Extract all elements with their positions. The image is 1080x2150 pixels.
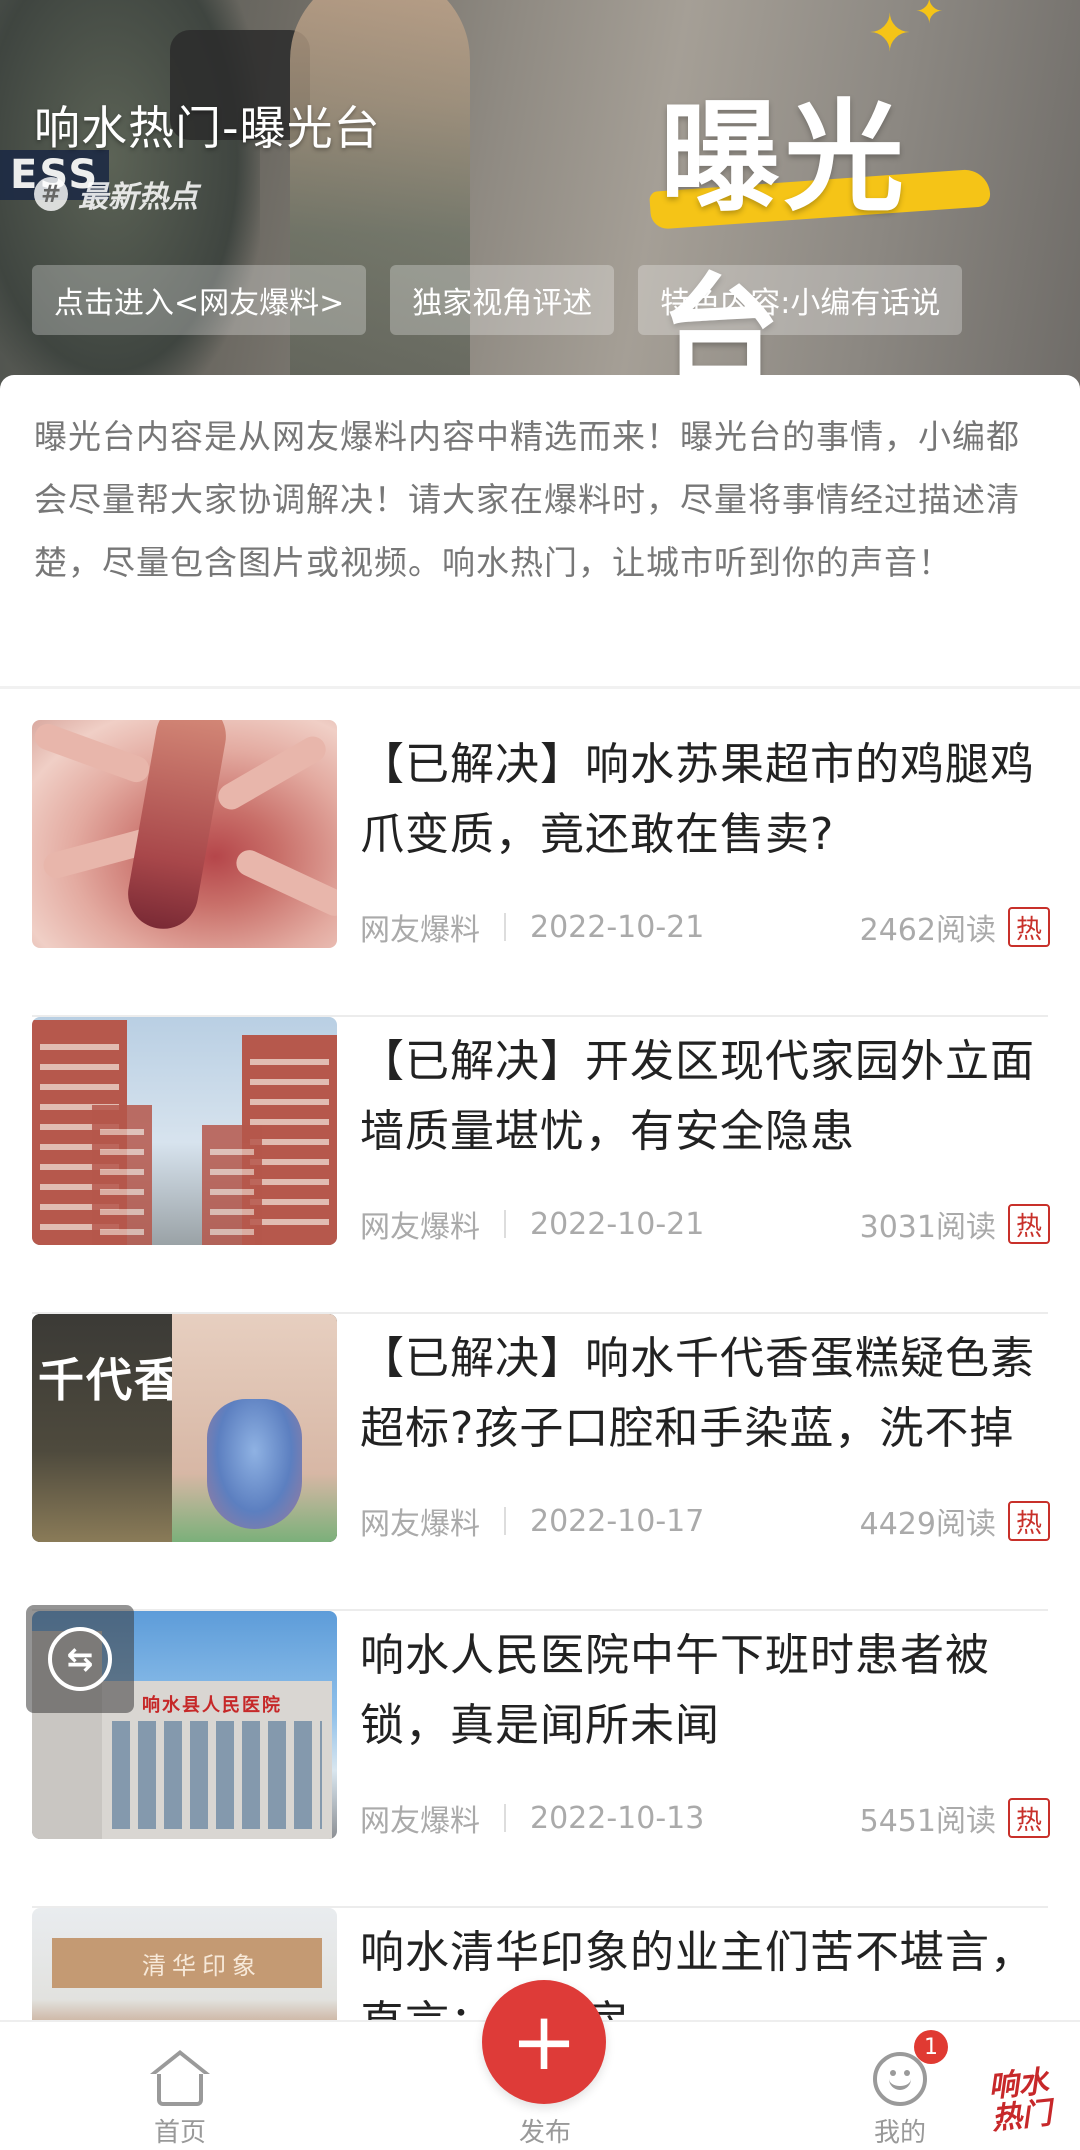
- tab-mine-label: 我的: [873, 2118, 926, 2148]
- tab-mine[interactable]: 我的: [830, 2052, 970, 2149]
- tab-home-label: 首页: [153, 2118, 206, 2148]
- article-date: 2022-10-21: [530, 909, 705, 945]
- article-meta: 网友爆料 2022-10-21 2462阅读 热: [360, 905, 1050, 949]
- intro-text: 曝光台内容是从网友爆料内容中精选而来！曝光台的事情，小编都会尽量帮大家协调解决！…: [34, 417, 1020, 582]
- article-read-count: 3031阅读: [859, 1210, 996, 1245]
- brand-logo: 曝光台 ✦ ✦: [649, 0, 1010, 390]
- article-title: 【已解决】响水苏果超市的鸡腿鸡爪变质，竟还敢在售卖?: [360, 739, 1035, 860]
- hero-banner: ESS 响水热门-曝光台 # 最新热点 曝光台 ✦ ✦ 点击进入<网友爆料> 独…: [0, 0, 1080, 390]
- pill-exclusive-review[interactable]: 独家视角评述: [390, 265, 615, 335]
- article-source: 网友爆料: [360, 1507, 480, 1542]
- article-read-count: 2462阅读: [859, 913, 996, 948]
- notification-badge: 1: [914, 2030, 948, 2064]
- hashtag-icon: #: [34, 177, 68, 211]
- hot-topic-label: 最新热点: [78, 180, 198, 215]
- article-title: 【已解决】响水千代香蛋糕疑色素超标?孩子口腔和手染蓝，洗不掉: [360, 1333, 1035, 1454]
- meta-separator: [504, 1210, 506, 1238]
- meta-separator: [504, 1507, 506, 1535]
- rotate-icon: ⇆: [48, 1627, 112, 1691]
- article-source: 网友爆料: [360, 1804, 480, 1839]
- article-item[interactable]: 响水县人民医院 响水人民医院中午下班时患者被锁，真是闻所未闻 网友爆料 2022…: [0, 1611, 1080, 1908]
- section-divider: [0, 686, 1080, 689]
- article-title: 【已解决】开发区现代家园外立面墙质量堪忧，有安全隐患: [360, 1036, 1035, 1157]
- app-watermark-logo: 响水 热门: [986, 2064, 1054, 2138]
- meta-separator: [504, 913, 506, 941]
- publish-label: 发布: [518, 2118, 571, 2148]
- article-date: 2022-10-13: [530, 1800, 705, 1836]
- intro-section: 曝光台内容是从网友爆料内容中精选而来！曝光台的事情，小编都会尽量帮大家协调解决！…: [0, 375, 1080, 685]
- hot-badge: 热: [1007, 1798, 1050, 1838]
- page-title: 响水热门-曝光台: [34, 101, 381, 155]
- article-thumbnail: 千代香: [32, 1314, 337, 1542]
- article-date: 2022-10-17: [530, 1503, 705, 1539]
- rotate-screen-button[interactable]: ⇆: [26, 1605, 134, 1713]
- article-source: 网友爆料: [360, 913, 480, 948]
- article-thumbnail: [32, 1017, 337, 1245]
- pill-editor-says[interactable]: 特色内容:小编有话说: [638, 265, 963, 335]
- article-item[interactable]: 千代香 【已解决】响水千代香蛋糕疑色素超标?孩子口腔和手染蓝，洗不掉 网友爆料 …: [0, 1314, 1080, 1611]
- article-meta: 网友爆料 2022-10-21 3031阅读 热: [360, 1202, 1050, 1246]
- hot-badge: 热: [1007, 907, 1050, 947]
- banner-shortcuts: 点击进入<网友爆料> 独家视角评述 特色内容:小编有话说: [32, 265, 963, 335]
- hot-badge: 热: [1007, 1204, 1050, 1244]
- article-item[interactable]: 【已解决】响水苏果超市的鸡腿鸡爪变质，竟还敢在售卖? 网友爆料 2022-10-…: [0, 720, 1080, 1017]
- thumbnail-shop-sign: 千代香: [38, 1353, 182, 1407]
- article-read-count: 5451阅读: [859, 1804, 996, 1839]
- article-item[interactable]: 【已解决】开发区现代家园外立面墙质量堪忧，有安全隐患 网友爆料 2022-10-…: [0, 1017, 1080, 1314]
- article-meta: 网友爆料 2022-10-13 5451阅读 热: [360, 1796, 1050, 1840]
- article-title: 响水人民医院中午下班时患者被锁，真是闻所未闻: [360, 1630, 990, 1751]
- article-date: 2022-10-21: [530, 1206, 705, 1242]
- article-read-count: 4429阅读: [859, 1507, 996, 1542]
- tab-home[interactable]: 首页: [110, 2050, 250, 2149]
- hot-badge: 热: [1007, 1501, 1050, 1541]
- home-icon: [150, 2050, 210, 2106]
- sparkle-icon-small: ✦: [915, 0, 944, 32]
- thumbnail-gate-sign: 清华印象: [142, 1952, 262, 1980]
- hot-topic-tag: # 最新热点: [34, 172, 198, 216]
- article-thumbnail: [32, 720, 337, 948]
- article-meta: 网友爆料 2022-10-17 4429阅读 热: [360, 1499, 1050, 1543]
- meta-separator: [504, 1804, 506, 1832]
- publish-button[interactable]: +: [482, 1980, 606, 2104]
- article-source: 网友爆料: [360, 1210, 480, 1245]
- sparkle-icon: ✦: [868, 4, 912, 64]
- article-list: 【已解决】响水苏果超市的鸡腿鸡爪变质，竟还敢在售卖? 网友爆料 2022-10-…: [0, 720, 1080, 2150]
- brand-word: 曝光台: [660, 89, 908, 390]
- pill-netizen-reports[interactable]: 点击进入<网友爆料>: [32, 265, 367, 335]
- smiley-face-icon: [873, 2052, 927, 2106]
- thumbnail-hospital-sign: 响水县人民医院: [142, 1695, 282, 1716]
